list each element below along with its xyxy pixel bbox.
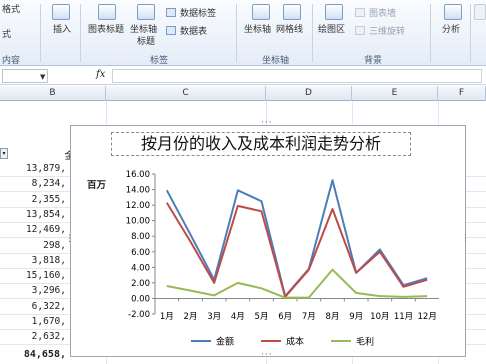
formula-input[interactable] — [112, 69, 482, 83]
axes-icon[interactable] — [252, 4, 270, 20]
chart[interactable]: ··· ··· ⋮ ⋮ 按月份的收入及成本利润走势分析 百万 16.00 14.0… — [65, 118, 470, 360]
y-tick-label: 16.00 — [126, 170, 150, 180]
value-cell[interactable]: 3,818, — [0, 255, 66, 266]
group-separator — [40, 4, 41, 62]
data-labels-button[interactable]: 数据标签 — [180, 6, 216, 19]
axis-title-icon[interactable] — [137, 4, 155, 20]
analysis-button[interactable]: 分析 — [442, 22, 460, 35]
x-tick-label: 9月 — [349, 312, 363, 322]
data-table-button[interactable]: 数据表 — [180, 24, 207, 37]
total-cell[interactable]: 84,658, — [0, 349, 66, 360]
y-tick-label: 10.00 — [126, 217, 150, 227]
background-group-label: 背景 — [364, 56, 383, 66]
chart-wall-icon — [355, 8, 365, 17]
gridlines-button[interactable]: 网格线 — [276, 22, 303, 35]
column-header-f[interactable]: F — [438, 86, 486, 101]
column-header-b[interactable]: B — [0, 86, 106, 101]
column-header-c[interactable]: C — [106, 86, 266, 101]
3d-rotation-icon — [355, 26, 365, 35]
value-cell[interactable]: 13,854, — [0, 209, 66, 220]
plot-area-icon[interactable] — [325, 4, 343, 20]
y-tick-label: 6.00 — [131, 248, 150, 258]
value-cell[interactable]: 15,160, — [0, 270, 66, 281]
series-line-2 — [165, 202, 428, 298]
series-line-1 — [165, 179, 428, 298]
group-separator — [80, 4, 81, 62]
value-cell[interactable]: 8,234, — [0, 178, 66, 189]
x-tick-label: 12月 — [418, 312, 437, 322]
value-cell[interactable]: 13,879, — [0, 163, 66, 174]
legend-label: 金额 — [216, 336, 234, 348]
x-tick-label: 3月 — [207, 312, 221, 322]
value-cell[interactable]: 298, — [0, 240, 66, 251]
chart-title-button[interactable]: 图表标题 — [88, 22, 124, 35]
x-tick-label: 5月 — [255, 312, 269, 322]
column-headers: B C D E F — [0, 86, 486, 101]
3d-rotation-button: 三维旋转 — [369, 27, 406, 37]
value-cell[interactable]: 2,632, — [0, 331, 66, 342]
group-separator — [312, 4, 313, 62]
x-tick-label: 4月 — [231, 312, 245, 322]
x-tick-label: 11月 — [394, 312, 413, 322]
value-cell[interactable]: 12,469, — [0, 224, 66, 235]
column-header-d[interactable]: D — [266, 86, 352, 101]
x-tick-label: 7月 — [302, 312, 316, 322]
legend-label: 毛利 — [356, 336, 374, 348]
axes-button[interactable]: 坐标轴 — [244, 22, 271, 35]
data-labels-icon[interactable] — [166, 8, 176, 17]
chart-plot[interactable]: 16.00 14.00 12.00 10.00 8.00 6.00 4.00 2.00 0.00… — [71, 126, 467, 358]
format-label[interactable]: 格式 — [2, 2, 20, 15]
insert-icon[interactable] — [52, 4, 70, 20]
analysis-icon[interactable] — [444, 4, 462, 20]
column-header-e[interactable]: E — [352, 86, 438, 101]
value-cell[interactable]: 6,322, — [0, 301, 66, 312]
value-cell[interactable]: 1,670, — [0, 316, 66, 327]
plot-area-button[interactable]: 绘图区 — [318, 22, 345, 35]
group-separator — [470, 4, 471, 62]
gridlines-icon[interactable] — [283, 4, 301, 20]
x-tick-label: 1月 — [160, 312, 174, 322]
x-tick-label: 6月 — [278, 312, 292, 322]
ribbon: 格式 式 内容 插入 图表标题 坐标轴 标题 数据标签 数据表 标签 坐标轴 网… — [0, 0, 486, 66]
y-tick-label: 14.00 — [126, 186, 150, 196]
insert-button[interactable]: 插入 — [53, 22, 71, 35]
y-tick-label: -2.00 — [128, 310, 150, 320]
labels-group-label: 标签 — [150, 56, 169, 66]
content-group-label: 内容 — [2, 56, 21, 66]
fx-button[interactable]: fx — [96, 69, 105, 80]
legend-label: 成本 — [286, 336, 304, 348]
x-tick-label: 2月 — [184, 312, 198, 322]
name-box[interactable]: ▼ — [2, 69, 48, 83]
y-tick-label: 12.00 — [126, 201, 150, 211]
formula-bar: ▼ fx — [0, 67, 486, 85]
value-cell[interactable]: 3,296, — [0, 285, 66, 296]
y-tick-label: 4.00 — [131, 263, 150, 273]
y-tick-label: 2.00 — [131, 279, 150, 289]
value-cell[interactable]: 2,355, — [0, 194, 66, 205]
group-separator — [430, 4, 431, 62]
y-tick-label: 8.00 — [131, 232, 150, 242]
chevron-down-icon[interactable]: ▼ — [40, 73, 45, 81]
y-tick-label: 0.00 — [131, 294, 150, 304]
header-cell[interactable]: 金 — [0, 148, 74, 162]
axis-title-button-line2[interactable]: 标题 — [137, 34, 155, 47]
chart-title-icon[interactable] — [98, 4, 116, 20]
axes-group-label: 坐标轴 — [262, 56, 290, 66]
x-tick-label: 10月 — [370, 312, 389, 322]
data-table-icon[interactable] — [166, 26, 176, 35]
x-tick-label: 8月 — [326, 312, 340, 322]
group-separator — [236, 4, 237, 62]
chart-wall-button: 图表墙 — [369, 9, 397, 19]
partial-icon — [474, 4, 486, 20]
style-label[interactable]: 式 — [2, 27, 11, 40]
